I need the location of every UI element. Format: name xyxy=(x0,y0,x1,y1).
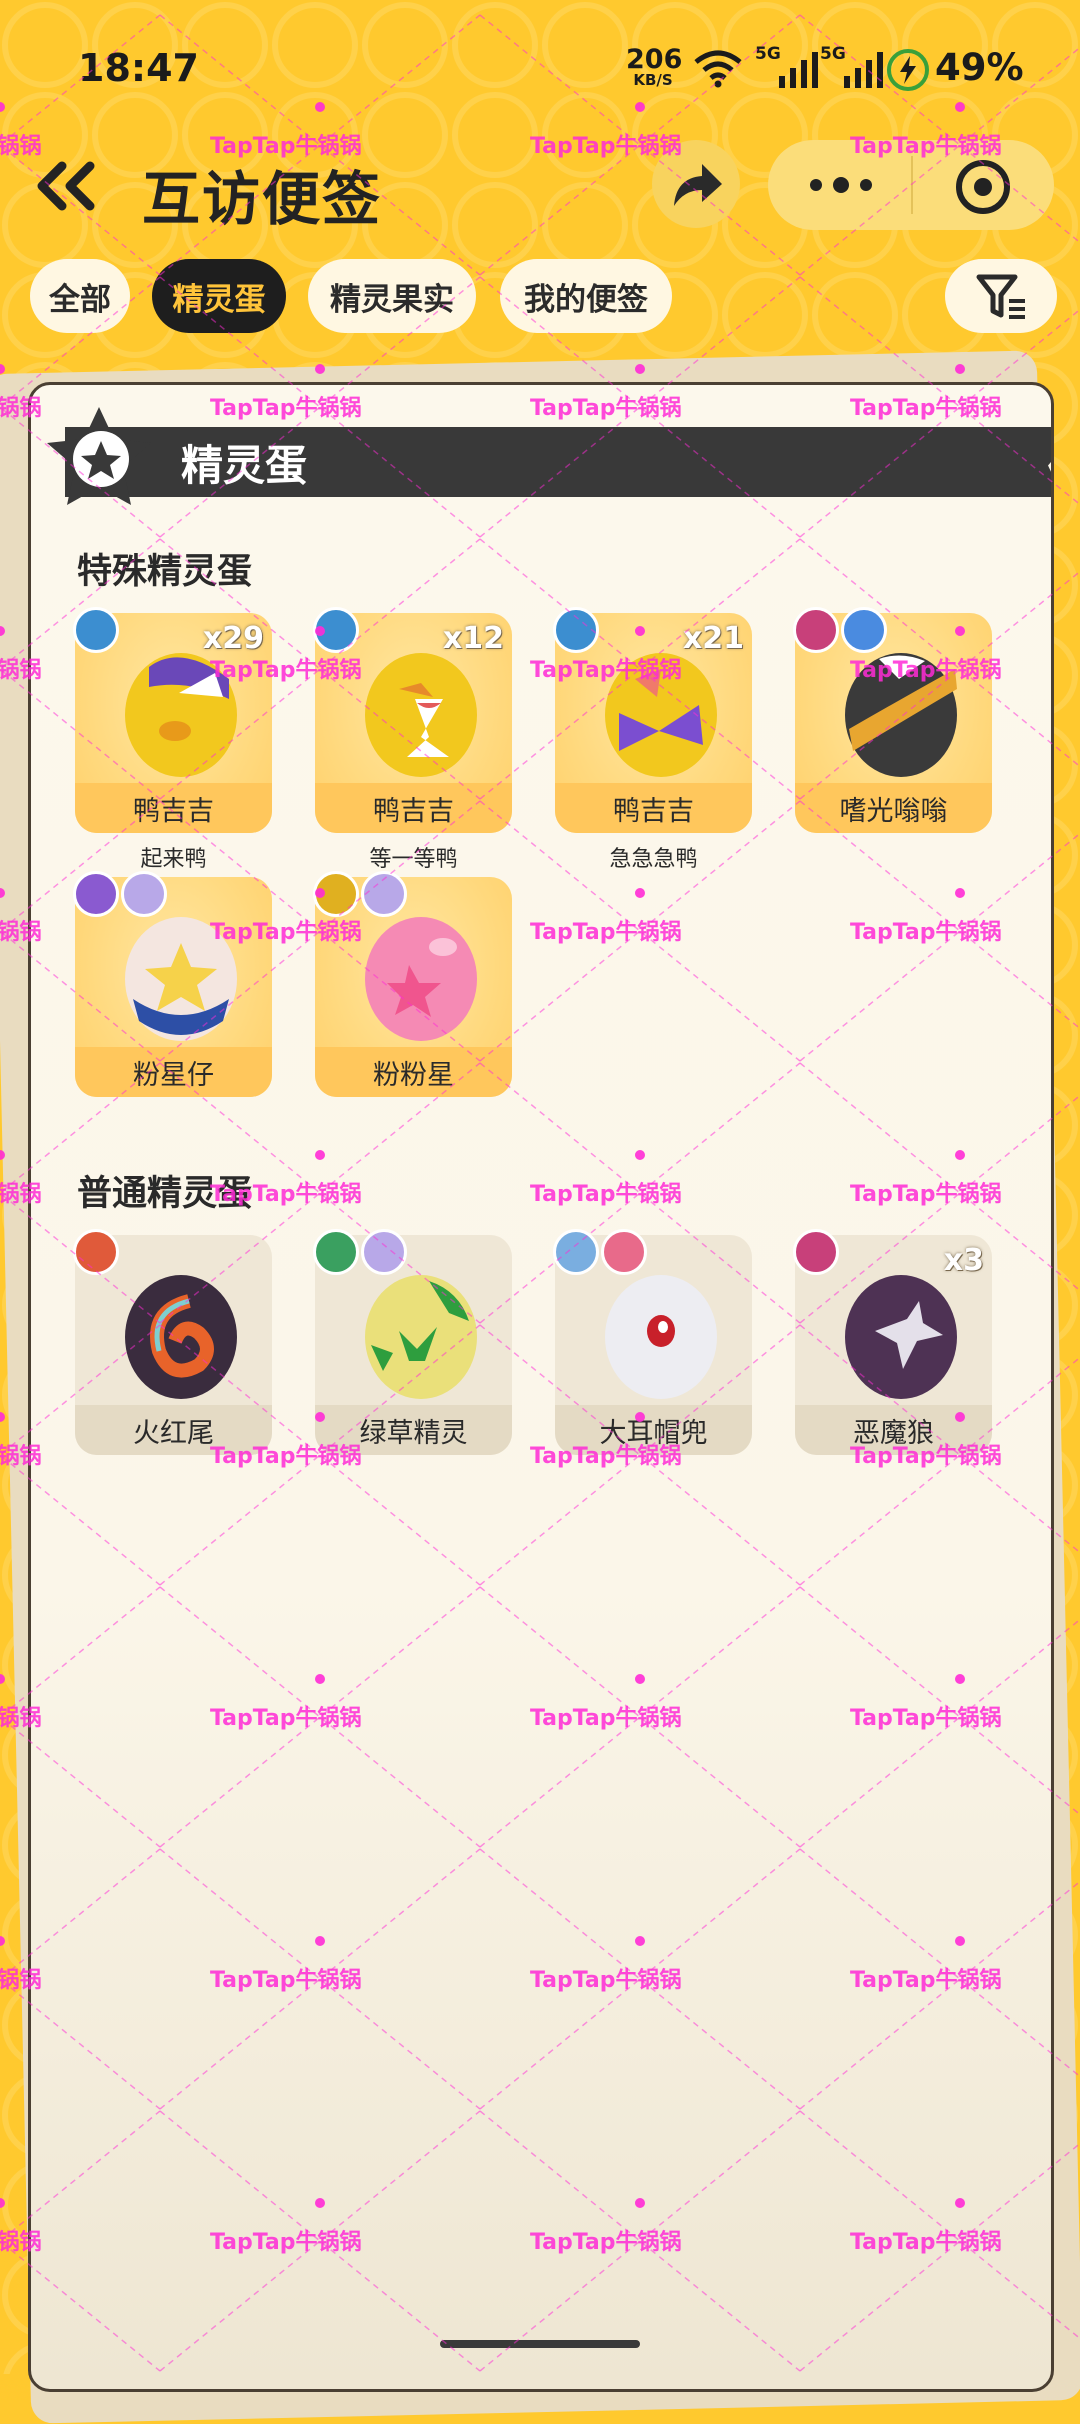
egg-yellow-purple-icon xyxy=(125,653,237,777)
miniprogram-capsule xyxy=(768,140,1054,230)
type-grass-icon xyxy=(313,1229,359,1275)
filter-funnel-icon xyxy=(976,274,1025,319)
egg-name: 粉星仔 xyxy=(75,1047,272,1097)
egg-striped-bee-icon xyxy=(845,653,957,777)
tab-bar: 全部 精灵蛋 精灵果实 我的便签 xyxy=(0,255,1080,335)
egg-white-red-dot-icon xyxy=(605,1275,717,1399)
type-illusion-icon xyxy=(361,1229,407,1275)
network-speed-unit: KB/S xyxy=(633,71,673,89)
type-cute-icon xyxy=(601,1229,647,1275)
egg-pink-star-icon xyxy=(125,917,237,1041)
egg-subtitle: 急急急鸭 xyxy=(609,847,698,872)
egg-name: 嗜光嗡嗡 xyxy=(795,783,992,833)
type-normal-star-icon xyxy=(553,607,599,653)
tab-spirit-fruit[interactable]: 精灵果实 xyxy=(308,259,476,333)
egg-count: x12 xyxy=(442,621,504,656)
egg-name: 大耳帽兜 xyxy=(555,1405,752,1455)
share-arrow-icon xyxy=(674,164,722,206)
type-normal-star-icon xyxy=(73,607,119,653)
egg-name: 鸭吉吉 xyxy=(315,783,512,833)
egg-subtitle: 等一等鸭 xyxy=(369,847,458,872)
title-bar: 互访便签 xyxy=(0,140,1080,235)
egg-name: 绿草精灵 xyxy=(315,1405,512,1455)
type-ghost-icon xyxy=(73,871,119,917)
egg-count: x3 xyxy=(943,1243,984,1278)
battery-percent: 49% xyxy=(935,46,1024,89)
egg-list-card: 精灵蛋 特殊精灵蛋 鸭吉吉 x29 起来鸭 鸭吉吉 x12 等一等鸭 鸭吉吉 x… xyxy=(28,382,1054,2392)
page-title: 互访便签 xyxy=(142,165,383,233)
signal-2-icon: 5G xyxy=(820,44,890,90)
egg-subtitle: 起来鸭 xyxy=(140,847,207,872)
special-section-title: 特殊精灵蛋 xyxy=(77,552,253,592)
egg-yellow-bowtie-icon xyxy=(605,653,717,777)
egg-name: 恶魔狼 xyxy=(795,1405,992,1455)
type-demon-icon xyxy=(793,607,839,653)
network-speed: 206 KB/S xyxy=(626,44,683,89)
normal-section-title: 普通精灵蛋 xyxy=(77,1174,253,1214)
back-double-chevron-icon[interactable] xyxy=(32,160,102,212)
tab-my-notes[interactable]: 我的便签 xyxy=(500,259,672,333)
type-normal-star-icon xyxy=(313,607,359,653)
tab-all[interactable]: 全部 xyxy=(30,259,130,333)
type-fire-icon xyxy=(73,1229,119,1275)
egg-fire-swirl-icon xyxy=(125,1275,237,1399)
battery-charging-icon xyxy=(887,49,929,91)
status-time: 18:47 xyxy=(78,46,199,90)
egg-name: 鸭吉吉 xyxy=(75,783,272,833)
egg-dark-purple-icon xyxy=(845,1275,957,1399)
more-dots-icon[interactable] xyxy=(806,170,876,200)
type-mechanical-icon xyxy=(841,607,887,653)
close-target-icon[interactable] xyxy=(954,158,1012,216)
egg-name: 粉粉星 xyxy=(315,1047,512,1097)
type-illusion-icon xyxy=(361,871,407,917)
status-bar: 18:47 206 KB/S 5G 5G 49% xyxy=(0,0,1080,140)
type-demon-icon xyxy=(793,1229,839,1275)
type-electric-icon xyxy=(313,871,359,917)
egg-name: 火红尾 xyxy=(75,1405,272,1455)
egg-count: x29 xyxy=(202,621,264,656)
filter-button[interactable] xyxy=(945,259,1057,333)
egg-star-badge-icon xyxy=(47,407,151,505)
egg-yellow-hourglass-icon xyxy=(365,653,477,777)
capsule-divider xyxy=(911,156,913,214)
wifi-icon xyxy=(694,50,742,88)
share-button[interactable] xyxy=(652,140,740,228)
banner-title: 精灵蛋 xyxy=(181,441,308,490)
type-illusion-icon xyxy=(121,871,167,917)
egg-green-leaf-icon xyxy=(365,1275,477,1399)
signal-1-icon: 5G xyxy=(755,44,825,90)
egg-name: 鸭吉吉 xyxy=(555,783,752,833)
network-speed-value: 206 xyxy=(626,44,683,75)
tab-spirit-egg[interactable]: 精灵蛋 xyxy=(152,259,286,333)
egg-count: x21 xyxy=(682,621,744,656)
type-ice-icon xyxy=(553,1229,599,1275)
home-indicator xyxy=(440,2340,640,2348)
egg-pink-icon xyxy=(365,917,477,1041)
